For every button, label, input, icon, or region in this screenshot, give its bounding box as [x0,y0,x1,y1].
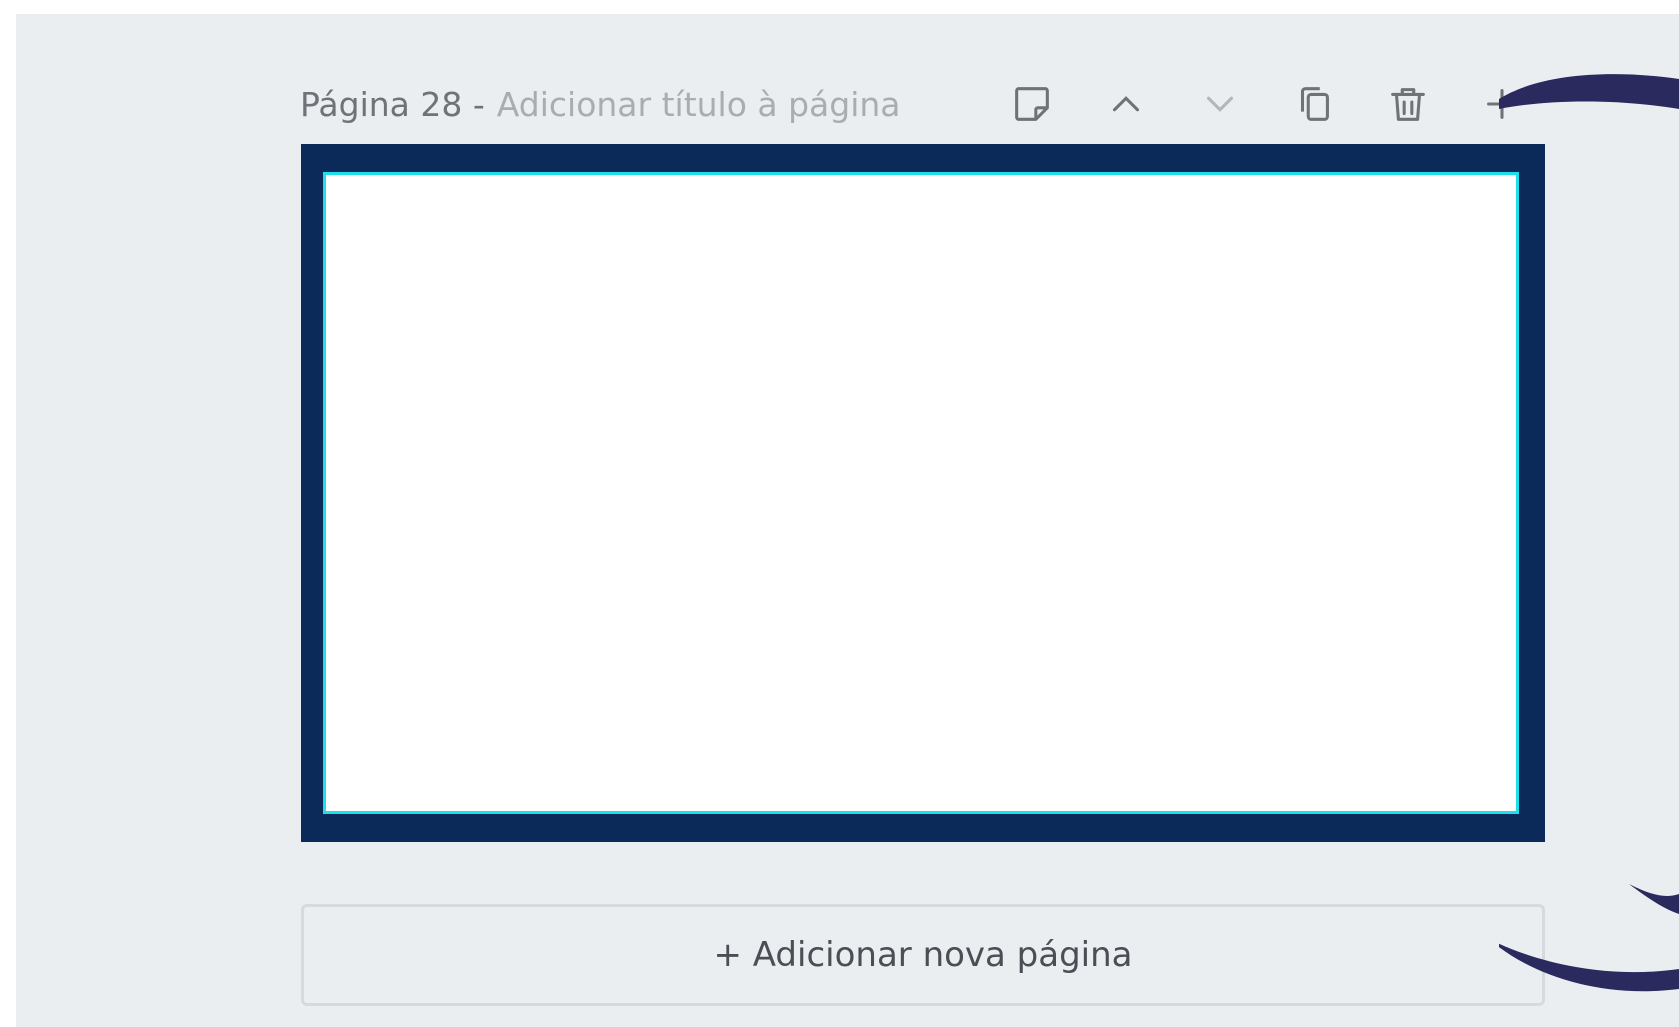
plus-icon [1487,89,1517,119]
copy-icon [1300,87,1329,121]
trash-icon [1391,88,1425,121]
notes-button[interactable] [1006,78,1058,130]
chevron-down-icon [1206,96,1234,112]
editor-workspace: Página 28 - Adicionar título à página + … [16,14,1679,1027]
sticky-note-icon [1015,87,1049,121]
page-header: Página 28 - Adicionar título à página [300,74,901,134]
add-new-page-button[interactable]: + Adicionar nova página [301,904,1545,1006]
add-page-icon-button[interactable] [1476,78,1528,130]
delete-page-button[interactable] [1382,78,1434,130]
move-page-up-button[interactable] [1100,78,1152,130]
page-title-input[interactable]: Adicionar título à página [497,85,901,124]
page-number-label: Página 28 - [300,84,485,124]
selected-element[interactable] [323,172,1519,814]
duplicate-page-button[interactable] [1288,78,1340,130]
chevron-up-icon [1112,96,1140,112]
page-canvas[interactable] [301,144,1545,842]
page-toolbar [1006,78,1528,130]
move-page-down-button[interactable] [1194,78,1246,130]
